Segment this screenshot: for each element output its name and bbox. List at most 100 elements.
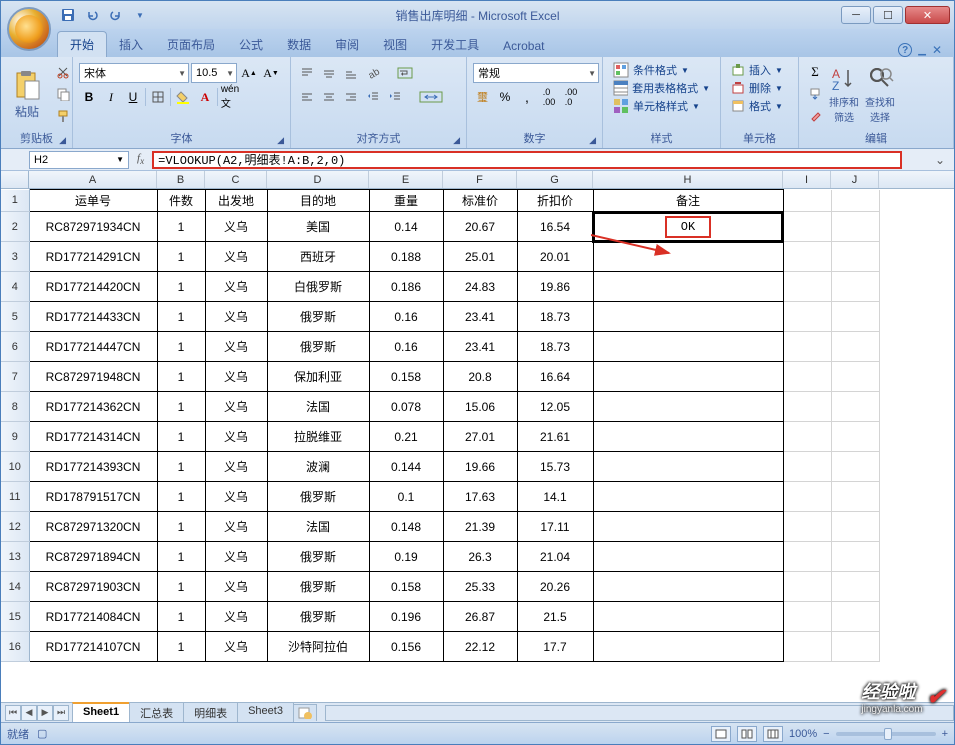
data-cell[interactable]: RC872971894CN — [29, 542, 157, 572]
ribbon-tab-7[interactable]: 开发工具 — [419, 32, 491, 57]
number-format-combo[interactable]: 常规▼ — [473, 63, 599, 83]
cut-icon[interactable] — [53, 62, 73, 82]
launcher-icon[interactable]: ◢ — [277, 135, 284, 146]
fill-icon[interactable] — [805, 84, 825, 104]
data-cell[interactable] — [593, 542, 783, 572]
data-cell[interactable]: 俄罗斯 — [267, 482, 369, 512]
col-header-G[interactable]: G — [517, 171, 593, 188]
minimize-button[interactable]: ─ — [841, 6, 871, 24]
data-cell[interactable]: 拉脱维亚 — [267, 422, 369, 452]
row-header[interactable]: 15 — [1, 602, 29, 632]
data-cell[interactable]: 白俄罗斯 — [267, 272, 369, 302]
data-cell[interactable]: 0.14 — [369, 212, 443, 242]
ribbon-close-icon[interactable]: ✕ — [932, 43, 942, 57]
data-cell[interactable]: 1 — [157, 602, 205, 632]
empty-cell[interactable] — [783, 572, 831, 602]
increase-indent-icon[interactable] — [385, 87, 405, 107]
data-cell[interactable]: 25.33 — [443, 572, 517, 602]
header-cell[interactable]: 件数 — [157, 190, 205, 212]
data-cell[interactable]: 17.11 — [517, 512, 593, 542]
data-cell[interactable] — [593, 242, 783, 272]
conditional-formatting-button[interactable]: 条件格式▼ — [609, 61, 714, 79]
data-cell[interactable]: 1 — [157, 392, 205, 422]
header-cell[interactable]: 目的地 — [267, 190, 369, 212]
zoom-out-icon[interactable]: − — [823, 728, 829, 740]
header-cell[interactable]: 标准价 — [443, 190, 517, 212]
sheet-tab-2[interactable]: 明细表 — [183, 702, 238, 723]
data-cell[interactable]: 20.67 — [443, 212, 517, 242]
row-header[interactable]: 7 — [1, 362, 29, 392]
data-cell[interactable]: 义乌 — [205, 362, 267, 392]
sort-filter-button[interactable]: AZ 排序和 筛选 — [827, 62, 861, 126]
percent-icon[interactable]: % — [495, 87, 515, 107]
data-cell[interactable]: 义乌 — [205, 572, 267, 602]
data-cell[interactable]: 义乌 — [205, 242, 267, 272]
data-cell[interactable]: 15.73 — [517, 452, 593, 482]
next-sheet-icon[interactable]: ▶ — [37, 705, 53, 721]
data-cell[interactable] — [593, 632, 783, 662]
align-top-icon[interactable] — [297, 63, 317, 83]
sheet-tab-3[interactable]: Sheet3 — [237, 702, 294, 723]
empty-cell[interactable] — [783, 212, 831, 242]
data-cell[interactable]: 0.188 — [369, 242, 443, 272]
data-cell[interactable]: 1 — [157, 302, 205, 332]
data-cell[interactable] — [593, 482, 783, 512]
empty-cell[interactable] — [783, 332, 831, 362]
data-cell[interactable]: RD177214393CN — [29, 452, 157, 482]
align-middle-icon[interactable] — [319, 63, 339, 83]
row-header[interactable]: 4 — [1, 272, 29, 302]
empty-cell[interactable] — [831, 452, 879, 482]
data-cell[interactable]: 27.01 — [443, 422, 517, 452]
data-cell[interactable]: 俄罗斯 — [267, 572, 369, 602]
data-cell[interactable]: 0.16 — [369, 302, 443, 332]
data-cell[interactable]: 义乌 — [205, 422, 267, 452]
data-cell[interactable]: 1 — [157, 572, 205, 602]
data-cell[interactable]: 俄罗斯 — [267, 542, 369, 572]
data-cell[interactable]: 义乌 — [205, 212, 267, 242]
data-cell[interactable]: 19.66 — [443, 452, 517, 482]
page-break-view-icon[interactable] — [763, 726, 783, 742]
save-icon[interactable] — [57, 4, 79, 26]
data-cell[interactable]: RD177214447CN — [29, 332, 157, 362]
fx-icon[interactable]: fx — [137, 152, 144, 166]
row-header[interactable]: 8 — [1, 392, 29, 422]
data-cell[interactable]: 义乌 — [205, 272, 267, 302]
horizontal-scrollbar[interactable] — [325, 705, 954, 721]
data-cell[interactable]: 19.86 — [517, 272, 593, 302]
ribbon-tab-5[interactable]: 审阅 — [323, 32, 371, 57]
row-header[interactable]: 3 — [1, 242, 29, 272]
data-cell[interactable]: 1 — [157, 332, 205, 362]
header-cell[interactable]: 备注 — [593, 190, 783, 212]
data-cell[interactable]: 20.26 — [517, 572, 593, 602]
increase-decimal-icon[interactable]: .0.00 — [539, 87, 559, 107]
col-header-C[interactable]: C — [205, 171, 267, 188]
data-cell[interactable]: 义乌 — [205, 512, 267, 542]
data-cell[interactable] — [593, 452, 783, 482]
row-header[interactable]: 16 — [1, 632, 29, 662]
select-all-corner[interactable] — [1, 171, 29, 188]
data-cell[interactable]: 17.7 — [517, 632, 593, 662]
empty-cell[interactable] — [783, 512, 831, 542]
data-cell[interactable]: 21.39 — [443, 512, 517, 542]
ribbon-tab-3[interactable]: 公式 — [227, 32, 275, 57]
data-cell[interactable]: 1 — [157, 362, 205, 392]
data-cell[interactable]: 义乌 — [205, 482, 267, 512]
data-cell[interactable]: RC872971948CN — [29, 362, 157, 392]
office-button[interactable] — [7, 7, 51, 51]
border-icon[interactable] — [148, 87, 168, 107]
data-cell[interactable]: RC872971320CN — [29, 512, 157, 542]
data-cell[interactable]: 法国 — [267, 512, 369, 542]
data-cell[interactable]: 义乌 — [205, 542, 267, 572]
ribbon-tab-8[interactable]: Acrobat — [491, 35, 556, 57]
ribbon-minimize-icon[interactable]: ▁ — [918, 45, 926, 56]
data-cell[interactable] — [593, 602, 783, 632]
col-header-F[interactable]: F — [443, 171, 517, 188]
row-header[interactable]: 11 — [1, 482, 29, 512]
data-cell[interactable]: 23.41 — [443, 302, 517, 332]
data-cell[interactable]: RD178791517CN — [29, 482, 157, 512]
align-left-icon[interactable] — [297, 87, 317, 107]
data-cell[interactable]: 0.1 — [369, 482, 443, 512]
data-cell[interactable]: RC872971903CN — [29, 572, 157, 602]
format-cells-button[interactable]: 格式▼ — [727, 97, 792, 115]
data-cell[interactable]: 保加利亚 — [267, 362, 369, 392]
